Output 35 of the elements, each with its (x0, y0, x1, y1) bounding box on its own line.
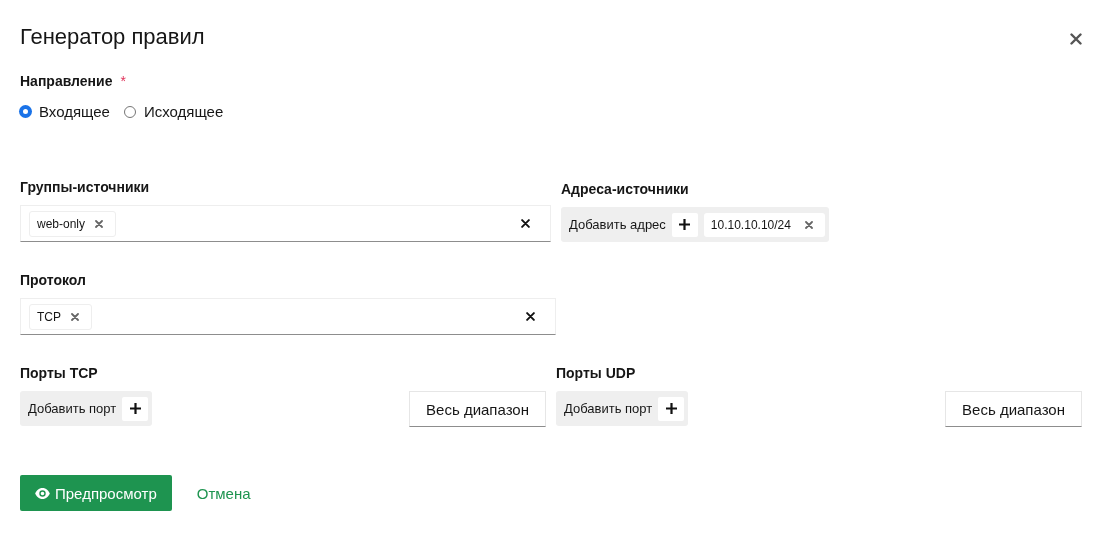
multiselect-field[interactable]: web-only (20, 205, 551, 242)
add-label: Добавить адрес (569, 217, 666, 232)
add-label: Добавить порт (564, 401, 653, 416)
required-mark: * (120, 73, 126, 89)
field-label: Группы-источники (20, 179, 151, 195)
tag-label: web-only (37, 216, 86, 231)
full-range-button[interactable]: Весь диапазон (409, 391, 546, 427)
plus-icon (665, 403, 677, 414)
tag-label: TCP (37, 309, 61, 324)
field-label: Протокол (20, 272, 87, 288)
field-label: Порты TCP (20, 365, 99, 381)
eye-icon (35, 487, 50, 499)
tag-label: 10.10.10.10/24 (710, 217, 791, 232)
add-button[interactable] (671, 212, 698, 237)
remove-icon[interactable] (95, 219, 104, 228)
remove-icon[interactable] (71, 312, 79, 321)
preview-button[interactable]: Предпросмотр (20, 475, 172, 511)
dialog-title: Генератор правил (20, 24, 205, 50)
close-icon[interactable] (1070, 33, 1082, 45)
add-label: Добавить порт (28, 401, 117, 416)
add-button[interactable] (122, 396, 149, 421)
field-label: Направление (20, 73, 113, 89)
plus-icon (129, 403, 141, 414)
multiselect-field[interactable]: TCP (20, 298, 556, 335)
clear-icon[interactable] (526, 312, 535, 321)
radio-option[interactable]: Входящее (20, 103, 110, 120)
cancel-link[interactable]: Отмена (196, 484, 251, 502)
clear-icon[interactable] (521, 219, 530, 228)
full-range-button[interactable]: Весь диапазон (945, 391, 1082, 427)
add-button[interactable] (658, 396, 685, 421)
radio-option[interactable]: Исходящее (123, 103, 224, 120)
remove-icon[interactable] (804, 220, 813, 229)
field-label: Порты UDP (556, 365, 637, 381)
field-label: Адреса-источники (561, 181, 690, 197)
plus-icon (679, 219, 691, 230)
